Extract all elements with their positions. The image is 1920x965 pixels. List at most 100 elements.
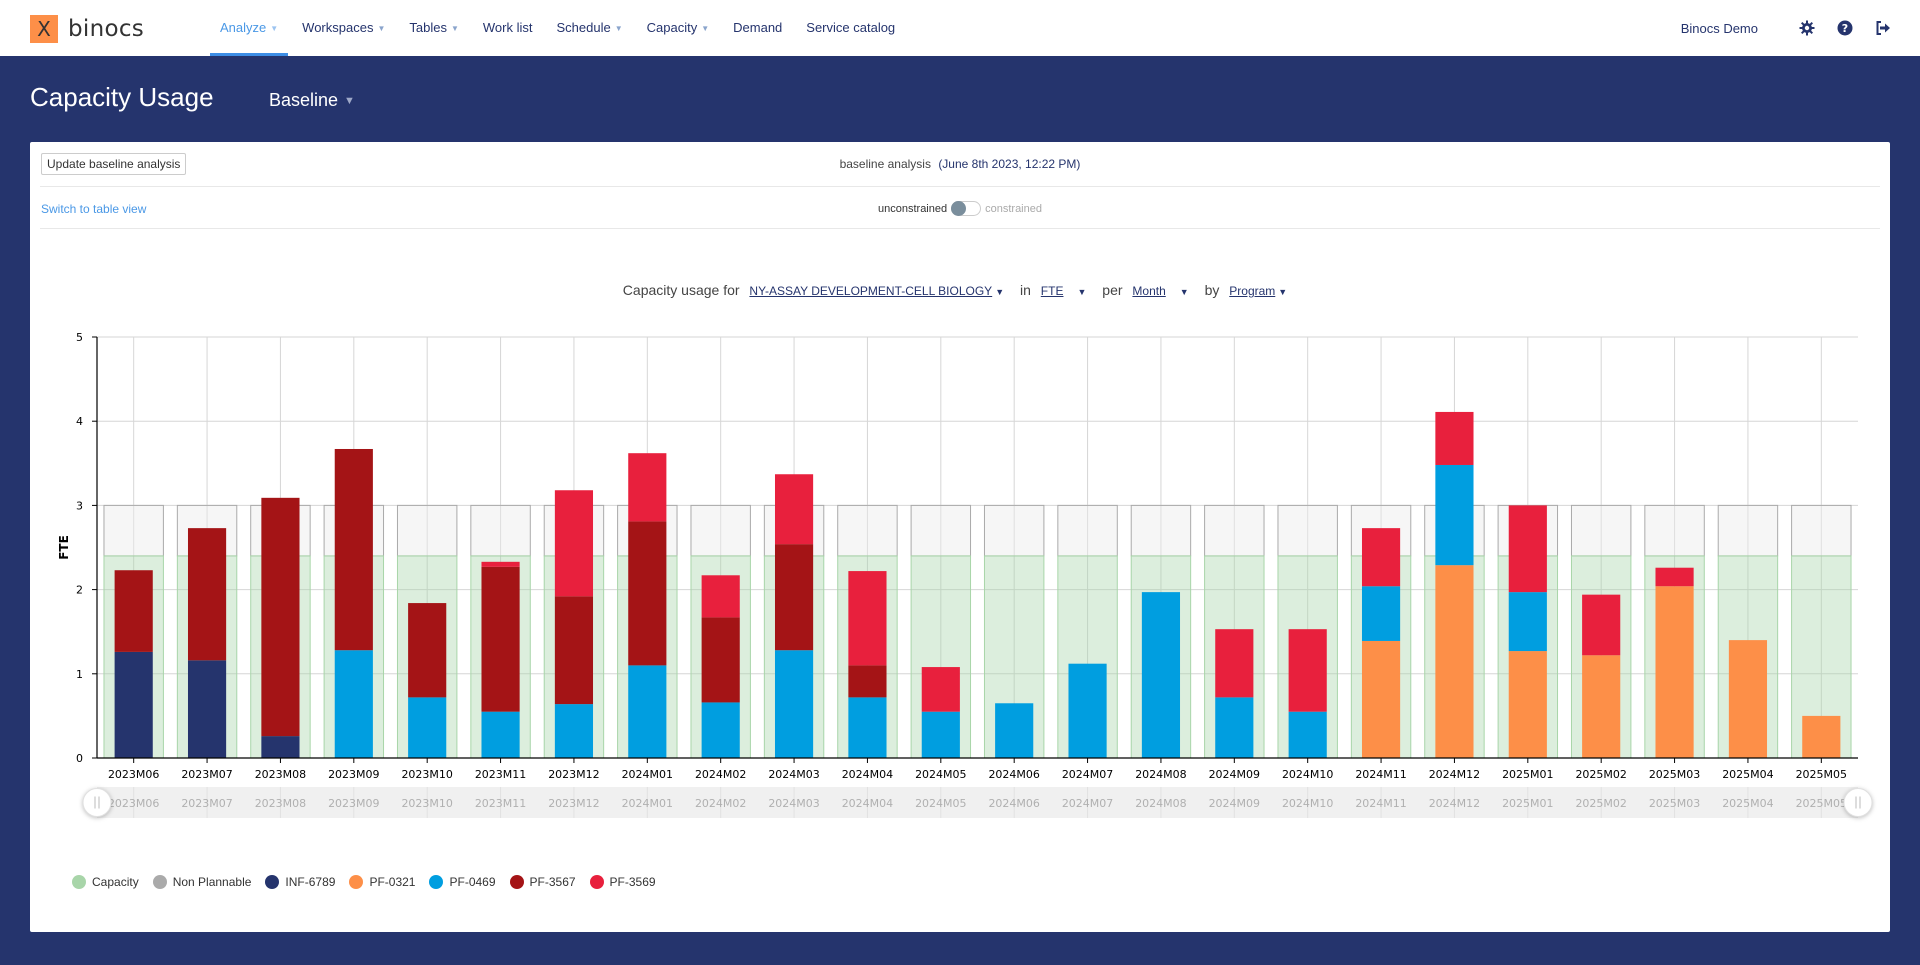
legend-item-non-plannable[interactable]: Non Plannable — [152, 875, 251, 889]
bar-segment-pf-0321[interactable] — [1508, 651, 1547, 758]
non-plannable-bar[interactable] — [690, 504, 751, 557]
nav-item-work-list[interactable]: Work list — [473, 0, 543, 56]
bar-segment-pf-3569[interactable] — [1655, 567, 1694, 587]
nav-item-tables[interactable]: Tables ▼ — [399, 0, 469, 56]
x-tick-label: 2024M12 — [1429, 768, 1480, 781]
non-plannable-bar[interactable] — [470, 504, 531, 557]
bar-segment-pf-3569[interactable] — [481, 561, 520, 567]
bar-segment-pf-3567[interactable] — [408, 603, 447, 698]
bar-segment-inf-6789[interactable] — [261, 736, 300, 758]
bar-segment-pf-0469[interactable] — [1435, 464, 1474, 566]
legend-item-inf-6789[interactable]: INF-6789 — [265, 875, 335, 889]
bar-segment-pf-3569[interactable] — [848, 571, 887, 666]
nav-item-analyze[interactable]: Analyze ▼ — [210, 0, 289, 56]
slider-tick-label: 2023M10 — [401, 797, 452, 810]
bar-segment-pf-3567[interactable] — [628, 521, 667, 666]
help-icon[interactable]: ? — [1836, 19, 1854, 37]
bar-segment-pf-0469[interactable] — [921, 711, 960, 758]
non-plannable-bar[interactable] — [983, 504, 1045, 557]
bar-segment-pf-3567[interactable] — [334, 448, 373, 651]
bar-segment-pf-0469[interactable] — [701, 702, 740, 758]
bar-segment-inf-6789[interactable] — [114, 651, 153, 758]
bar-segment-pf-0469[interactable] — [1141, 592, 1181, 758]
non-plannable-bar[interactable] — [1717, 504, 1779, 557]
non-plannable-bar[interactable] — [396, 504, 458, 557]
bar-segment-pf-0321[interactable] — [1361, 640, 1401, 758]
nav-item-workspaces[interactable]: Workspaces ▼ — [292, 0, 395, 56]
legend-item-pf-0321[interactable]: PF-0321 — [349, 875, 415, 889]
bar-segment-pf-0321[interactable] — [1582, 655, 1621, 758]
non-plannable-bar[interactable] — [1057, 504, 1118, 557]
bar-segment-pf-0469[interactable] — [481, 711, 520, 758]
nav-item-schedule[interactable]: Schedule ▼ — [547, 0, 633, 56]
bar-segment-pf-3569[interactable] — [1582, 594, 1621, 656]
bar-segment-pf-3569[interactable] — [1288, 629, 1327, 712]
bar-segment-pf-0321[interactable] — [1728, 640, 1768, 758]
logo[interactable]: X binocs — [30, 15, 144, 43]
bar-segment-pf-0469[interactable] — [995, 703, 1034, 758]
bar-segment-pf-3567[interactable] — [848, 665, 887, 698]
bar-segment-pf-3569[interactable] — [1361, 528, 1401, 587]
bar-segment-pf-3569[interactable] — [921, 667, 960, 712]
bar-segment-pf-3569[interactable] — [554, 490, 594, 597]
nav-item-service-catalog[interactable]: Service catalog — [796, 0, 905, 56]
bar-segment-pf-0469[interactable] — [1288, 711, 1327, 758]
non-plannable-bar[interactable] — [1130, 504, 1192, 557]
non-plannable-bar[interactable] — [910, 504, 972, 557]
bar-segment-pf-3569[interactable] — [628, 453, 667, 522]
bar-segment-pf-3569[interactable] — [701, 575, 740, 618]
y-axis-label: FTE — [57, 535, 71, 560]
bar-segment-pf-0469[interactable] — [1215, 697, 1254, 758]
non-plannable-bar[interactable] — [1791, 504, 1852, 557]
bar-segment-pf-0469[interactable] — [408, 697, 447, 758]
legend-item-capacity[interactable]: Capacity — [72, 875, 139, 889]
bar-segment-pf-0321[interactable] — [1655, 586, 1694, 758]
logout-icon[interactable] — [1874, 19, 1892, 37]
bar-segment-pf-0321[interactable] — [1435, 565, 1474, 758]
non-plannable-bar[interactable] — [103, 504, 164, 557]
bar-segment-pf-3569[interactable] — [1435, 411, 1474, 465]
non-plannable-bar[interactable] — [1204, 504, 1265, 557]
bar-segment-pf-3567[interactable] — [114, 570, 153, 652]
bar-segment-pf-3567[interactable] — [261, 497, 300, 737]
non-plannable-bar[interactable] — [837, 504, 898, 557]
bar-segment-pf-3567[interactable] — [554, 596, 594, 705]
gear-icon[interactable] — [1798, 19, 1816, 37]
bar-segment-pf-3569[interactable] — [1508, 505, 1547, 593]
scenario-dropdown[interactable]: Baseline ▼ — [269, 90, 355, 111]
legend-item-pf-3569[interactable]: PF-3569 — [589, 875, 656, 889]
non-plannable-bar[interactable] — [1277, 504, 1338, 557]
bar-segment-pf-3567[interactable] — [774, 544, 814, 651]
bar-segment-pf-0469[interactable] — [848, 697, 887, 758]
legend-item-pf-0469[interactable]: PF-0469 — [429, 875, 496, 889]
x-tick-label: 2025M01 — [1502, 768, 1553, 781]
bar-segment-pf-0469[interactable] — [628, 665, 667, 758]
bar-segment-pf-3567[interactable] — [187, 528, 227, 661]
x-tick-label: 2023M12 — [548, 768, 599, 781]
non-plannable-bar[interactable] — [1644, 504, 1705, 557]
bar-segment-inf-6789[interactable] — [187, 660, 227, 758]
bar-segment-pf-3567[interactable] — [481, 566, 520, 712]
bar-segment-pf-0469[interactable] — [1361, 586, 1401, 641]
bar-segment-pf-0469[interactable] — [1068, 663, 1107, 758]
bar-segment-pf-3569[interactable] — [774, 474, 814, 545]
bar-segment-pf-3567[interactable] — [701, 617, 740, 703]
nav-item-label: Analyze — [220, 20, 267, 35]
bar-segment-pf-3569[interactable] — [1215, 629, 1254, 698]
user-name[interactable]: Binocs Demo — [1681, 21, 1758, 36]
nav-item-demand[interactable]: Demand — [723, 0, 792, 56]
nav-item-capacity[interactable]: Capacity ▼ — [637, 0, 720, 56]
range-slider-left-handle[interactable] — [82, 788, 112, 817]
bar-segment-pf-0469[interactable] — [1508, 592, 1547, 652]
y-tick-label: 4 — [76, 415, 83, 428]
legend-item-pf-3567[interactable]: PF-3567 — [509, 875, 576, 889]
bar-segment-pf-0469[interactable] — [554, 704, 594, 758]
non-plannable-bar[interactable] — [1570, 504, 1632, 557]
bar-segment-pf-0321[interactable] — [1802, 715, 1841, 758]
range-slider-right-handle[interactable] — [1843, 788, 1873, 817]
chevron-down-icon: ▼ — [614, 23, 623, 33]
svg-text:?: ? — [1842, 22, 1848, 35]
bar-segment-pf-0469[interactable] — [774, 650, 814, 758]
bar-segment-pf-0469[interactable] — [334, 650, 373, 758]
y-tick-label: 0 — [76, 752, 83, 765]
